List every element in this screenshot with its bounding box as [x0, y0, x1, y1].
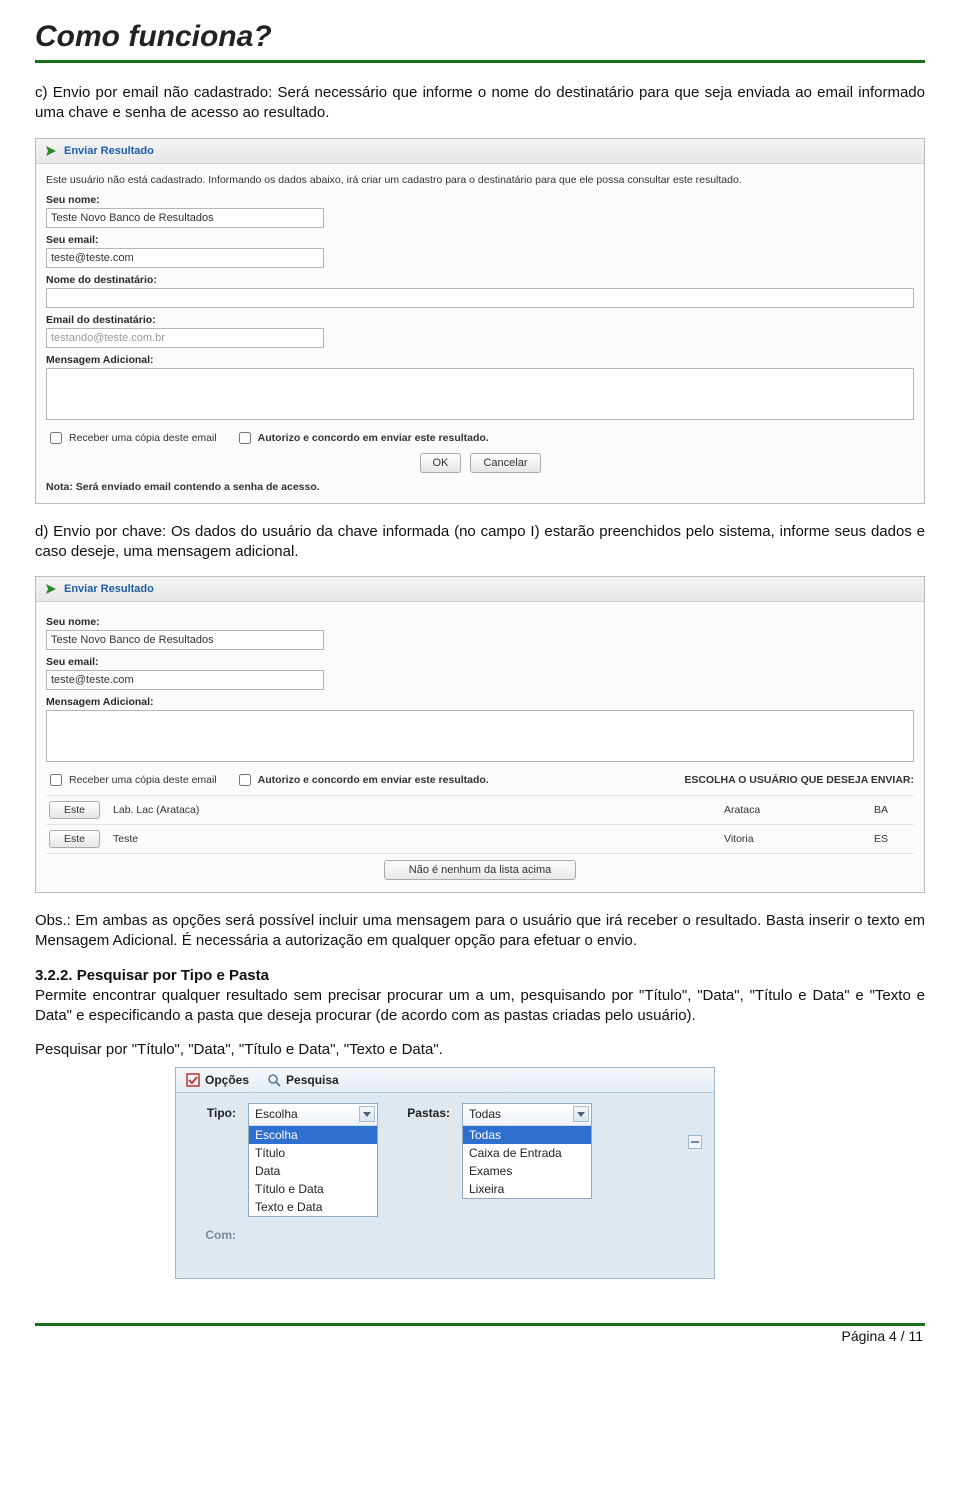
pastas-opt[interactable]: Caixa de Entrada: [463, 1144, 591, 1162]
este-button-0[interactable]: Este: [49, 801, 100, 819]
choose-user-label: ESCOLHA O USUÁRIO QUE DESEJA ENVIAR:: [684, 774, 914, 786]
input-seu-email-1[interactable]: [46, 248, 324, 268]
pastas-opt[interactable]: Lixeira: [463, 1180, 591, 1198]
tipo-opt[interactable]: Escolha: [249, 1126, 377, 1144]
chevron-down-icon[interactable]: [573, 1106, 589, 1122]
label-com: Com:: [188, 1225, 236, 1242]
chk-copia-1[interactable]: Receber uma cópia deste email: [46, 429, 217, 447]
send-arrow-icon: [44, 144, 58, 158]
paragraph-d: d) Envio por chave: Os dados do usuário …: [35, 522, 925, 563]
panel-enviar-resultado-2: Enviar Resultado Seu nome: Seu email: Me…: [35, 576, 925, 893]
obs-paragraph: Obs.: Em ambas as opções será possível i…: [35, 911, 925, 952]
textarea-msg-1[interactable]: [46, 368, 914, 420]
paragraph-c: c) Envio por email não cadastrado: Será …: [35, 83, 925, 124]
chk-autorizo-2[interactable]: Autorizo e concordo em enviar este resul…: [235, 771, 489, 789]
chk-autorizo-1-box[interactable]: [239, 432, 251, 444]
chk-copia-2-label: Receber uma cópia deste email: [69, 774, 217, 786]
select-pastas-options: Todas Caixa de Entrada Exames Lixeira: [463, 1126, 591, 1198]
chk-copia-2[interactable]: Receber uma cópia deste email: [46, 771, 217, 789]
sec-322-body: Permite encontrar qualquer resultado sem…: [35, 987, 925, 1024]
chk-autorizo-2-box[interactable]: [239, 774, 251, 786]
tipo-opt[interactable]: Texto e Data: [249, 1198, 377, 1216]
user-row: Este Teste Vitoria ES: [46, 824, 914, 853]
label-pastas: Pastas:: [390, 1103, 450, 1120]
panel1-info: Este usuário não está cadastrado. Inform…: [46, 174, 914, 186]
este-button-1[interactable]: Este: [49, 830, 100, 848]
select-tipo-options: Escolha Título Data Título e Data Texto …: [249, 1126, 377, 1216]
label-msg-1: Mensagem Adicional:: [46, 354, 914, 366]
tipo-opt[interactable]: Título e Data: [249, 1180, 377, 1198]
pesquisar-line: Pesquisar por "Título", "Data", "Título …: [35, 1040, 925, 1060]
ok-button-1[interactable]: OK: [420, 453, 462, 473]
label-seu-email-1: Seu email:: [46, 234, 914, 246]
user-uf: ES: [874, 833, 914, 845]
cancel-button-1[interactable]: Cancelar: [470, 453, 540, 473]
label-seu-email-2: Seu email:: [46, 656, 914, 668]
panel-enviar-resultado-1: Enviar Resultado Este usuário não está c…: [35, 138, 925, 504]
tab-opcoes-label: Opções: [205, 1073, 249, 1087]
none-button[interactable]: Não é nenhum da lista acima: [384, 860, 576, 880]
label-email-dest: Email do destinatário:: [46, 314, 914, 326]
chk-copia-1-label: Receber uma cópia deste email: [69, 432, 217, 444]
page-footer: Página 4 / 11: [35, 1328, 925, 1344]
chevron-down-icon[interactable]: [359, 1106, 375, 1122]
user-name: Teste: [113, 833, 714, 845]
select-tipo-value: Escolha: [255, 1107, 298, 1121]
tab-pesquisa-label: Pesquisa: [286, 1073, 339, 1087]
title-rule: [35, 60, 925, 63]
tab-pesquisa[interactable]: Pesquisa: [267, 1073, 339, 1087]
sec-322: 3.2.2. Pesquisar por Tipo e Pasta Permit…: [35, 966, 925, 1027]
panel1-nota: Nota: Será enviado email contendo a senh…: [46, 481, 914, 493]
options-icon: [186, 1073, 200, 1087]
sec-322-title: 3.2.2. Pesquisar por Tipo e Pasta: [35, 967, 269, 984]
panel1-title: Enviar Resultado: [64, 145, 154, 157]
textarea-msg-2[interactable]: [46, 710, 914, 762]
tipo-opt[interactable]: Título: [249, 1144, 377, 1162]
panel2-title: Enviar Resultado: [64, 583, 154, 595]
input-email-dest[interactable]: [46, 328, 324, 348]
chk-copia-2-box[interactable]: [50, 774, 62, 786]
user-city: Arataca: [724, 804, 864, 816]
label-nome-dest: Nome do destinatário:: [46, 274, 914, 286]
search-tabs: Opções Pesquisa: [176, 1068, 714, 1093]
chk-autorizo-2-label: Autorizo e concordo em enviar este resul…: [258, 774, 489, 786]
search-icon: [267, 1073, 281, 1087]
collapse-icon[interactable]: [688, 1135, 702, 1149]
label-tipo: Tipo:: [188, 1103, 236, 1120]
label-seu-nome-1: Seu nome:: [46, 194, 914, 206]
chk-autorizo-1[interactable]: Autorizo e concordo em enviar este resul…: [235, 429, 489, 447]
pastas-opt[interactable]: Todas: [463, 1126, 591, 1144]
select-pastas[interactable]: Todas Todas Caixa de Entrada Exames Lixe…: [462, 1103, 592, 1199]
user-name: Lab. Lac (Arataca): [113, 804, 714, 816]
label-seu-nome-2: Seu nome:: [46, 616, 914, 628]
page-title: Como funciona?: [35, 20, 925, 54]
input-seu-email-2[interactable]: [46, 670, 324, 690]
input-nome-dest[interactable]: [46, 288, 914, 308]
label-msg-2: Mensagem Adicional:: [46, 696, 914, 708]
select-tipo[interactable]: Escolha Escolha Título Data Título e Dat…: [248, 1103, 378, 1217]
select-pastas-value: Todas: [469, 1107, 501, 1121]
panel2-header: Enviar Resultado: [36, 577, 924, 602]
search-screenshot: Opções Pesquisa Tipo: Escolha: [175, 1067, 715, 1279]
footer-rule: [35, 1323, 925, 1326]
tipo-opt[interactable]: Data: [249, 1162, 377, 1180]
tab-opcoes[interactable]: Opções: [186, 1073, 249, 1087]
user-row: Este Lab. Lac (Arataca) Arataca BA: [46, 795, 914, 824]
user-uf: BA: [874, 804, 914, 816]
input-seu-nome-2[interactable]: [46, 630, 324, 650]
chk-autorizo-1-label: Autorizo e concordo em enviar este resul…: [258, 432, 489, 444]
chk-copia-1-box[interactable]: [50, 432, 62, 444]
send-arrow-icon: [44, 582, 58, 596]
user-city: Vitoria: [724, 833, 864, 845]
input-seu-nome-1[interactable]: [46, 208, 324, 228]
pastas-opt[interactable]: Exames: [463, 1162, 591, 1180]
panel1-header: Enviar Resultado: [36, 139, 924, 164]
